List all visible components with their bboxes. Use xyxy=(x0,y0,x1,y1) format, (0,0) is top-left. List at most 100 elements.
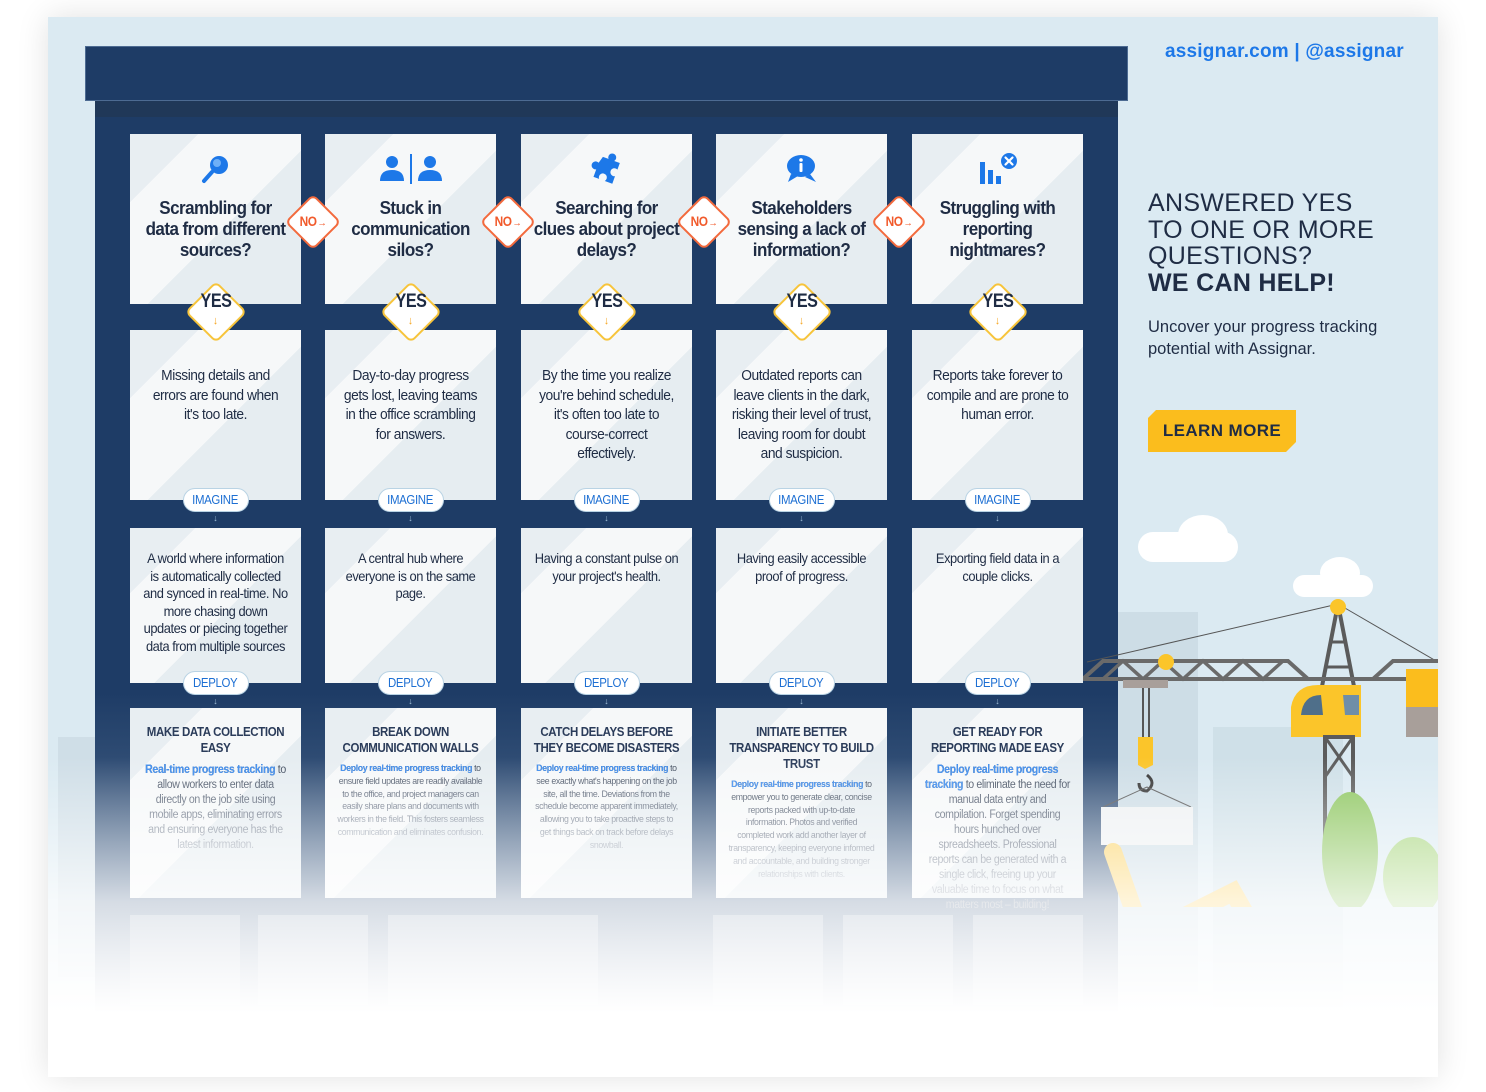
arrow-down-icon: ↓ xyxy=(798,315,805,327)
arrow-down-icon: ↓ xyxy=(213,696,218,706)
solution-title: GET READY FOR REPORTING MADE EASY xyxy=(931,725,1064,755)
yes-badge-label: YES xyxy=(785,291,818,312)
building-roof-shadow xyxy=(95,101,1118,117)
building-roof xyxy=(85,46,1128,101)
arrow-down-icon: ↓ xyxy=(995,696,1000,706)
imagine-pill-label: IMAGINE xyxy=(387,492,434,507)
question-card: Scrambling for data from different sourc… xyxy=(130,134,301,304)
problem-text: Day-to-day progress gets lost, leaving t… xyxy=(343,367,478,443)
cta-subtext: Uncover your progress tracking potential… xyxy=(1148,318,1378,358)
question-text: Stuck in communication silos? xyxy=(351,197,470,260)
question-card: Stakeholders sensing a lack of informati… xyxy=(716,134,887,304)
deploy-pill: DEPLOY xyxy=(964,671,1031,695)
arrow-down-icon: ↓ xyxy=(995,513,1000,523)
solution-body-text: to empower you to generate clear, concis… xyxy=(728,779,875,880)
solution-body-text: to eliminate the need for manual data en… xyxy=(928,779,1071,911)
solution-highlight-link[interactable]: Deploy real-time progress tracking xyxy=(340,763,472,774)
deploy-pill-label: DEPLOY xyxy=(975,675,1020,690)
arrow-right-icon: → xyxy=(512,217,522,229)
yes-badge-label: YES xyxy=(981,291,1014,312)
cloud-decoration xyxy=(1320,557,1360,589)
problem-card: Reports take forever to compile and are … xyxy=(912,330,1083,500)
problem-card: Missing details and errors are found whe… xyxy=(130,330,301,500)
arrow-down-icon: ↓ xyxy=(994,315,1001,327)
learn-more-button[interactable]: LEARN MORE xyxy=(1148,410,1296,452)
imagine-card: Exporting field data in a couple clicks. xyxy=(912,528,1083,683)
problem-card: Day-to-day progress gets lost, leaving t… xyxy=(325,330,496,500)
cta-headline-line: ANSWERED YES xyxy=(1148,189,1353,217)
solution-card: BREAK DOWN COMMUNICATION WALLS Deploy rea… xyxy=(325,708,496,898)
solution-highlight-link[interactable]: Deploy real-time progress tracking xyxy=(536,763,668,774)
imagine-pill: IMAGINE xyxy=(964,488,1031,512)
arrow-right-icon: → xyxy=(903,217,913,229)
yes-badge-label: YES xyxy=(199,291,232,312)
arrow-down-icon: ↓ xyxy=(212,315,219,327)
solution-body: Deploy real-time progress tracking to el… xyxy=(924,763,1070,913)
imagine-pill-label: IMAGINE xyxy=(974,492,1021,507)
solution-highlight-link[interactable]: Deploy real-time progress tracking xyxy=(731,779,863,790)
solution-body-text: to ensure field updates are readily avai… xyxy=(337,763,484,838)
deploy-pill: DEPLOY xyxy=(377,671,444,695)
imagine-pill-label: IMAGINE xyxy=(583,492,630,507)
magnifier-icon xyxy=(130,152,301,186)
arrow-down-icon: ↓ xyxy=(408,696,413,706)
site-link[interactable]: assignar.com | @assignar xyxy=(1165,41,1404,63)
solution-title: CATCH DELAYS BEFORE THEY BECOME DISASTER… xyxy=(533,725,680,755)
question-text: Scrambling for data from different sourc… xyxy=(145,197,286,260)
problem-card: Outdated reports can leave clients in th… xyxy=(716,330,887,500)
imagine-text: Exporting field data in a couple clicks. xyxy=(935,550,1060,584)
problem-text: Reports take forever to compile and are … xyxy=(926,367,1069,423)
solution-card: GET READY FOR REPORTING MADE EASY Deploy … xyxy=(912,708,1083,898)
lower-window xyxy=(713,915,823,1005)
problem-text: Missing details and errors are found whe… xyxy=(152,367,279,423)
yes-badge-label: YES xyxy=(394,291,427,312)
arrow-down-icon: ↓ xyxy=(603,315,610,327)
solution-card: MAKE DATA COLLECTION EASY Real-time progr… xyxy=(130,708,301,898)
deploy-pill: DEPLOY xyxy=(573,671,640,695)
bar-chart-error-icon xyxy=(912,152,1083,186)
yes-badge-label: YES xyxy=(590,291,623,312)
no-badge-label: NO→ xyxy=(487,213,530,229)
arrow-down-icon: ↓ xyxy=(408,513,413,523)
question-card: Stuck in communication silos? xyxy=(325,134,496,304)
imagine-text: Having a constant pulse on your project'… xyxy=(534,550,679,584)
lower-window xyxy=(388,915,598,1005)
cta-headline-line: QUESTIONS? xyxy=(1148,242,1313,270)
no-badge-text: NO xyxy=(299,213,317,229)
cta-headline: ANSWERED YES TO ONE OR MORE QUESTIONS? W… xyxy=(1148,190,1428,296)
question-text: Struggling with reporting nightmares? xyxy=(939,197,1056,260)
imagine-pill: IMAGINE xyxy=(768,488,835,512)
imagine-pill-label: IMAGINE xyxy=(192,492,239,507)
question-card: Struggling with reporting nightmares? xyxy=(912,134,1083,304)
arrow-right-icon: → xyxy=(317,217,327,229)
solution-body-text: to allow workers to enter data directly … xyxy=(148,764,286,851)
users-divided-icon xyxy=(325,152,496,186)
cta-headline-strong: WE CAN HELP! xyxy=(1148,268,1335,297)
deploy-pill-label: DEPLOY xyxy=(584,675,629,690)
no-badge-text: NO xyxy=(690,213,708,229)
no-badge-text: NO xyxy=(885,213,903,229)
arrow-down-icon: ↓ xyxy=(604,513,609,523)
no-badge-label: NO→ xyxy=(683,213,726,229)
imagine-pill: IMAGINE xyxy=(573,488,640,512)
cta-headline-line: TO ONE OR MORE xyxy=(1148,215,1374,244)
question-text: Stakeholders sensing a lack of informati… xyxy=(737,197,866,260)
question-card: Searching for clues about project delays… xyxy=(521,134,692,304)
imagine-text: Having easily accessible proof of progre… xyxy=(736,550,867,584)
question-text: Searching for clues about project delays… xyxy=(533,197,680,260)
puzzle-piece-icon xyxy=(521,152,692,186)
imagine-pill: IMAGINE xyxy=(182,488,249,512)
imagine-card: Having easily accessible proof of progre… xyxy=(716,528,887,683)
crane-illustration xyxy=(1083,599,1438,907)
arrow-down-icon: ↓ xyxy=(604,696,609,706)
deploy-pill-label: DEPLOY xyxy=(388,675,433,690)
solution-body: Deploy real-time progress tracking to em… xyxy=(728,779,874,881)
imagine-card: A central hub where everyone is on the s… xyxy=(325,528,496,683)
problem-text: Outdated reports can leave clients in th… xyxy=(731,367,872,462)
solution-body: Real-time progress tracking to allow wor… xyxy=(142,763,288,853)
problem-text: By the time you realize you're behind sc… xyxy=(539,367,674,462)
solution-highlight-link[interactable]: Real-time progress tracking xyxy=(145,764,275,776)
arrow-right-icon: → xyxy=(708,217,718,229)
imagine-card: Having a constant pulse on your project'… xyxy=(521,528,692,683)
imagine-pill: IMAGINE xyxy=(377,488,444,512)
